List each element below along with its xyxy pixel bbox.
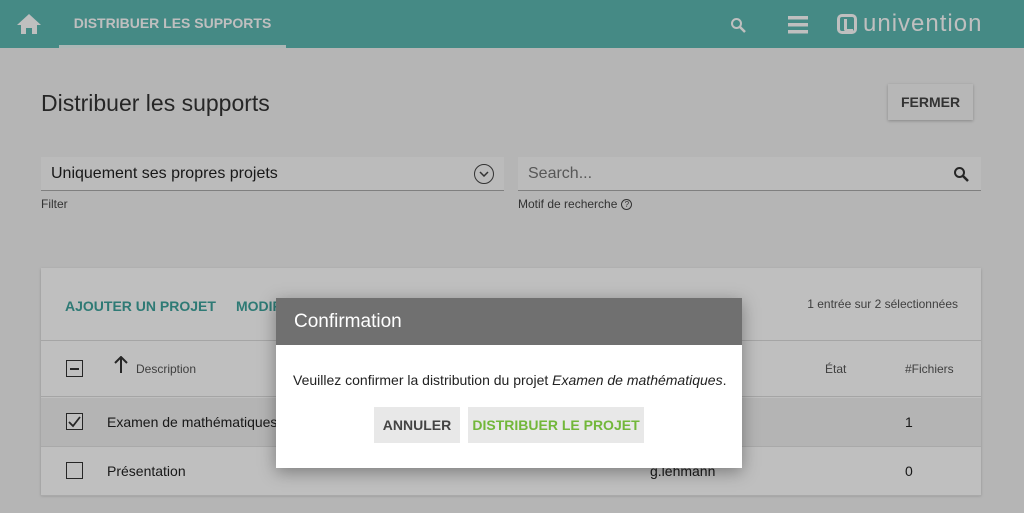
- dialog-message-suffix: .: [722, 372, 727, 388]
- dialog-message: Veuillez confirmer la distribution du pr…: [293, 372, 726, 388]
- dialog-message-project: Examen de mathématiques: [552, 372, 723, 388]
- dialog-message-prefix: Veuillez confirmer la distribution du pr…: [293, 372, 553, 388]
- dialog-title: Confirmation: [276, 298, 742, 345]
- confirmation-dialog: Confirmation Veuillez confirmer la distr…: [276, 298, 742, 468]
- distribute-project-button[interactable]: DISTRIBUER LE PROJET: [468, 407, 644, 443]
- cancel-button[interactable]: ANNULER: [374, 407, 460, 443]
